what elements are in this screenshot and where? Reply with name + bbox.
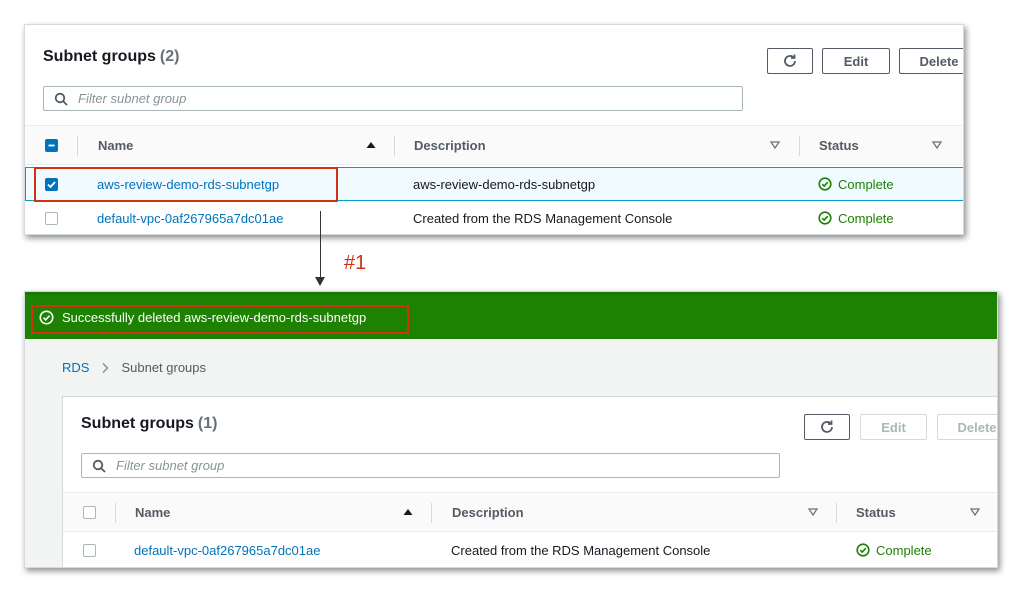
column-header-name[interactable]: Name [135,493,170,531]
selection-highlight-box [34,167,338,202]
status-text: Complete [838,210,894,226]
column-header-name[interactable]: Name [98,126,133,164]
status-text: Complete [876,542,932,558]
breadcrumb-root-link[interactable]: RDS [62,360,89,375]
subnet-groups-card: Subnet groups(2) Edit Delete Name Descri… [25,25,963,234]
title-count: (2) [159,48,180,65]
step-label: #1 [344,252,367,274]
status-ok-icon [818,211,832,225]
column-separator [394,136,395,156]
subnet-groups-card: Subnet groups(1) Edit Delete Name Descri… [62,396,997,567]
breadcrumb: RDS Subnet groups [62,360,206,375]
search-input[interactable] [78,91,478,106]
title-text: Subnet groups [43,48,156,65]
column-separator [77,136,78,156]
refresh-button[interactable] [767,48,813,74]
row-description: aws-review-demo-rds-subnetgp [413,176,596,192]
status-badge: Complete [818,168,894,200]
edit-button[interactable]: Edit [860,414,927,440]
column-header-description[interactable]: Description [414,126,486,164]
subnet-group-name-link[interactable]: default-vpc-0af267965a7dc01ae [134,534,320,566]
sort-icon[interactable] [970,507,980,517]
page-title: Subnet groups (2) [43,48,179,66]
status-ok-icon [818,177,832,191]
search-icon [54,92,68,106]
table-header: Name Description Status [25,125,963,165]
page-title: Subnet groups (1) [81,415,217,433]
table-row[interactable]: default-vpc-0af267965a7dc01ae Created fr… [25,202,963,234]
subnet-groups-panel-after: Successfully deleted aws-review-demo-rds… [24,291,998,568]
refresh-icon [821,420,833,433]
refresh-button[interactable] [804,414,850,440]
flow-arrow-line [320,211,321,279]
delete-button[interactable]: Delete [937,414,997,440]
row-description: Created from the RDS Management Console [451,542,711,558]
status-text: Complete [838,176,894,192]
row-checkbox[interactable] [45,212,58,225]
delete-button[interactable]: Delete [899,48,963,74]
column-separator [799,136,800,156]
subnet-groups-panel-before: Subnet groups(2) Edit Delete Name Descri… [24,24,964,235]
sort-icon[interactable] [932,140,942,150]
title-count: (1) [197,415,218,432]
table-row[interactable]: default-vpc-0af267965a7dc01ae Created fr… [63,534,997,567]
filter-box[interactable] [43,86,743,111]
title-text: Subnet groups [81,415,194,432]
search-icon [92,459,106,473]
sort-icon[interactable] [808,507,818,517]
chevron-right-icon [102,362,110,373]
column-header-description[interactable]: Description [452,493,524,531]
row-description: Created from the RDS Management Console [413,210,673,226]
select-all-checkbox[interactable] [83,506,96,519]
flow-arrow-head [315,277,325,286]
breadcrumb-current: Subnet groups [121,360,207,375]
edit-button[interactable]: Edit [822,48,890,74]
select-all-checkbox[interactable] [45,139,58,152]
minus-icon [48,144,55,147]
refresh-icon [784,54,796,67]
column-header-status[interactable]: Status [856,493,896,531]
column-separator [431,503,432,523]
sort-ascending-icon[interactable] [403,507,413,517]
filter-box[interactable] [81,453,780,478]
status-badge: Complete [818,202,894,234]
status-badge: Complete [856,534,932,566]
status-ok-icon [856,543,870,557]
search-input[interactable] [116,458,516,473]
column-separator [115,503,116,523]
row-checkbox[interactable] [83,544,96,557]
banner-highlight-box [31,305,409,334]
subnet-group-name-link[interactable]: default-vpc-0af267965a7dc01ae [97,202,283,234]
sort-ascending-icon[interactable] [366,140,376,150]
table-header: Name Description Status [63,492,997,532]
column-separator [836,503,837,523]
sort-icon[interactable] [770,140,780,150]
column-header-status[interactable]: Status [819,126,859,164]
